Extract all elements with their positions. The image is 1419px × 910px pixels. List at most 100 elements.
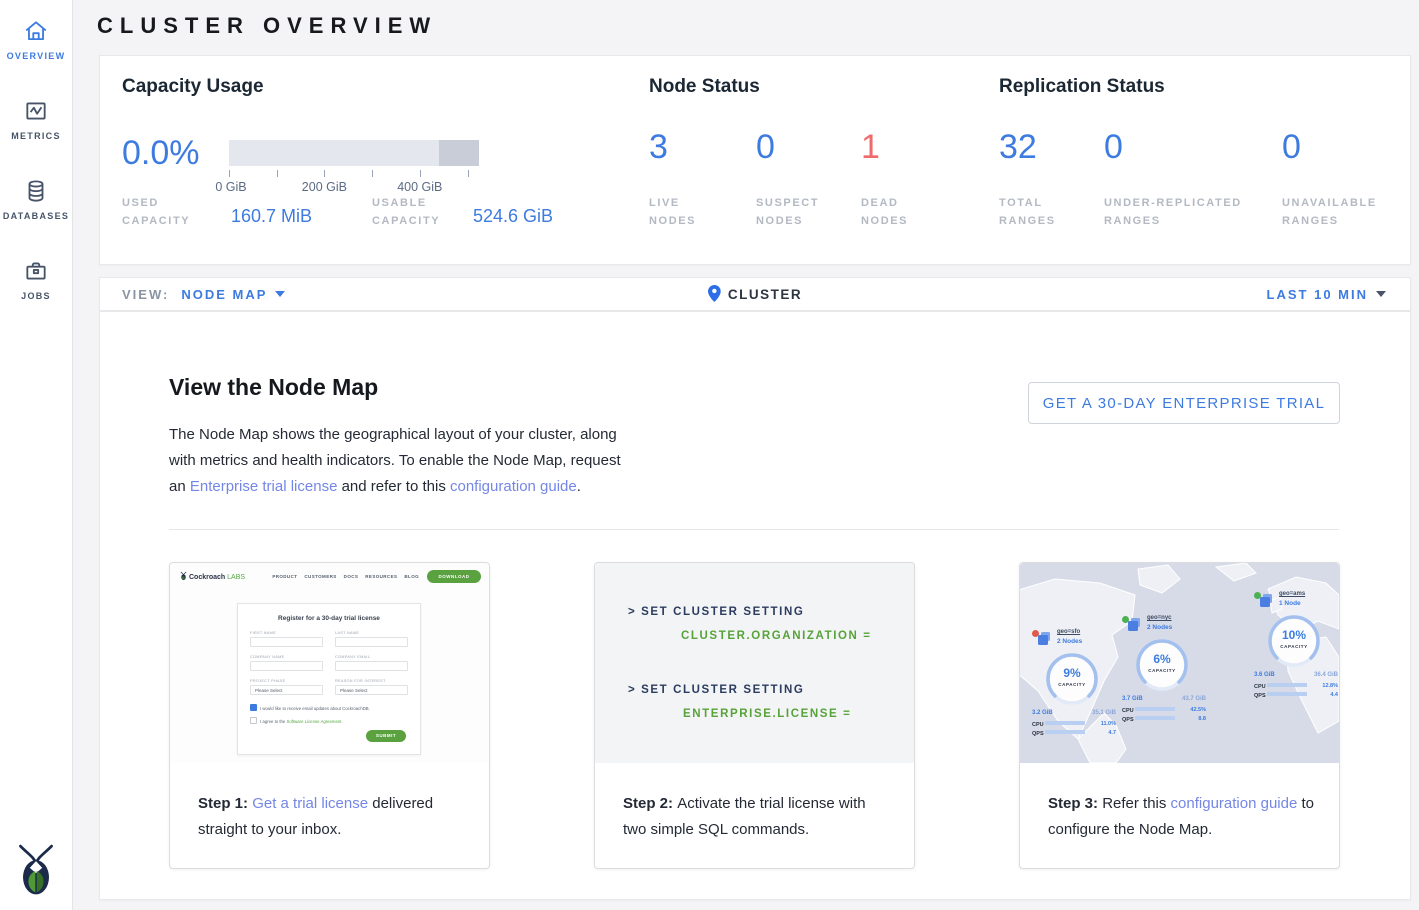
qps-bar [1135, 716, 1175, 720]
get-trial-license-link[interactable]: Get a trial license [252, 795, 368, 812]
capacity-percent: 6% [1134, 652, 1190, 666]
sql-command: SET CLUSTER SETTING [641, 606, 804, 618]
sidebar-item-metrics[interactable]: METRICS [0, 98, 72, 141]
total-ranges-label: TOTAL RANGES [999, 194, 1069, 230]
time-range-selector[interactable]: LAST 10 MIN [1267, 287, 1386, 302]
sidebar-item-databases[interactable]: DATABASES [0, 178, 72, 221]
sidebar-item-jobs[interactable]: JOBS [0, 258, 72, 301]
unavailable-label: UNAVAILABLE RANGES [1282, 194, 1402, 230]
site-submit-button: SUBMIT [366, 730, 406, 742]
axis-tick [468, 170, 469, 177]
axis-tick [420, 170, 421, 177]
chevron-down-icon [1376, 291, 1386, 297]
step1-card: Cockroach LABS PRODUCTCUSTOMERSDOCSRESOU… [169, 562, 490, 869]
cpu-bar [1267, 683, 1307, 687]
locality-node-count: 2 Nodes [1147, 624, 1172, 631]
scope-label: CLUSTER [728, 287, 802, 302]
sidebar-item-label: DATABASES [0, 211, 72, 221]
prompt-symbol: > [628, 684, 636, 696]
site-nav-item: BLOG [404, 574, 419, 579]
reason-select: Please Select [335, 685, 408, 695]
used-capacity-label: USED CAPACITY [122, 194, 217, 230]
locality-node-count: 2 Nodes [1057, 638, 1082, 645]
field-label: PROJECT PHASE [250, 679, 285, 683]
used-capacity: 3.6 GiB [1254, 672, 1275, 678]
configuration-guide-link[interactable]: configuration guide [1171, 795, 1298, 812]
axis-label: 200 GiB [302, 180, 347, 194]
cockroach-labs-logo-icon[interactable] [15, 843, 57, 902]
site-nav: PRODUCTCUSTOMERSDOCSRESOURCESBLOG [265, 574, 419, 579]
qps-label: QPS [1032, 731, 1045, 737]
node-map-panel: View the Node Map The Node Map shows the… [99, 311, 1411, 900]
cpu-bar [1135, 707, 1175, 711]
scope-breadcrumb[interactable]: CLUSTER [708, 285, 802, 302]
axis-label: 0 GiB [215, 180, 246, 194]
field-label: REASON FOR INTEREST [335, 679, 386, 683]
capacity-gauge: 9% CAPACITY [1044, 651, 1100, 707]
step2-card: > SET CLUSTER SETTING CLUSTER.ORGANIZATI… [594, 562, 915, 869]
total-ranges-value: 32 [999, 128, 1037, 167]
field-label: COMPANY NAME [250, 655, 284, 659]
license-agreement-checkbox: I agree to the Software License Agreemen… [250, 717, 343, 724]
node-stack-icon [1128, 618, 1141, 636]
cpu-label: CPU [1254, 684, 1267, 690]
form-title: Register for a 30-day trial license [238, 615, 420, 622]
axis-tick [324, 170, 325, 177]
suspect-nodes-label: SUSPECT NODES [756, 194, 836, 230]
site-nav-item: DOCS [344, 574, 359, 579]
step1-label: Step 1: [198, 795, 252, 812]
locality-name: geo=ams [1279, 591, 1305, 597]
locality-node-count: 1 Node [1279, 600, 1301, 607]
prompt-symbol: > [628, 606, 636, 618]
capacity-gauge: 10% CAPACITY [1266, 613, 1322, 669]
node-status-title: Node Status [649, 76, 760, 98]
node-map-preview: geo=sfo 2 Nodes 9% CAPACITY 3.2 GiB35.1 … [1020, 563, 1339, 763]
sidebar-item-overview[interactable]: OVERVIEW [0, 18, 72, 61]
site-nav-item: PRODUCT [272, 574, 297, 579]
qps-value: 4.4 [1330, 692, 1338, 698]
chevron-down-icon [275, 291, 285, 297]
capacity-bar-used-segment [439, 140, 479, 166]
step3-caption: Step 3: Refer this configuration guide t… [1048, 791, 1316, 843]
dead-nodes-value: 1 [861, 128, 880, 167]
cockroach-labs-mini-logo: Cockroach LABS [180, 571, 245, 581]
step1-caption: Step 1: Get a trial license delivered st… [198, 791, 466, 843]
description-text: and refer to this [337, 478, 450, 495]
live-nodes-value: 3 [649, 128, 668, 167]
company-email-field [335, 661, 408, 671]
node-map-description: The Node Map shows the geographical layo… [169, 422, 639, 500]
qps-label: QPS [1254, 693, 1267, 699]
sql-argument: CLUSTER.ORGANIZATION = [681, 630, 872, 642]
step3-label: Step 3: [1048, 795, 1102, 812]
qps-bar [1045, 730, 1085, 734]
enterprise-trial-license-link[interactable]: Enterprise trial license [190, 478, 338, 495]
sql-commands-illustration: > SET CLUSTER SETTING CLUSTER.ORGANIZATI… [595, 563, 914, 763]
unavailable-value: 0 [1282, 128, 1301, 167]
configuration-guide-link[interactable]: configuration guide [450, 478, 577, 495]
view-selector[interactable]: VIEW:NODE MAP [122, 287, 285, 302]
sql-argument: ENTERPRISE.LICENSE = [683, 708, 851, 720]
field-label: COMPANY EMAIL [335, 655, 370, 659]
sidebar-item-label: OVERVIEW [0, 51, 72, 61]
total-capacity: 35.1 GiB [1092, 710, 1116, 716]
project-phase-select: Please Select [250, 685, 323, 695]
trial-register-form: Register for a 30-day trial license FIRS… [237, 603, 421, 755]
description-text: . [577, 478, 581, 495]
cluster-summary-panel: Capacity Usage 0.0% 0 GiB 200 GiB 400 Gi… [99, 55, 1411, 265]
enterprise-trial-button[interactable]: GET A 30-DAY ENTERPRISE TRIAL [1028, 382, 1340, 424]
site-logo-suffix: LABS [227, 574, 245, 581]
node-stack-icon [1038, 632, 1051, 650]
view-value: NODE MAP [181, 287, 267, 302]
cpu-value: 11.0% [1101, 721, 1116, 727]
locality-name: geo=sfo [1057, 629, 1080, 635]
node-stack-icon [1260, 594, 1273, 612]
node-map-heading: View the Node Map [169, 374, 378, 401]
checkbox-label: I agree to the [260, 719, 287, 724]
step3-card: geo=sfo 2 Nodes 9% CAPACITY 3.2 GiB35.1 … [1019, 562, 1340, 869]
site-logo-text: Cockroach [189, 574, 225, 581]
database-icon [0, 178, 72, 204]
usable-capacity-value: 524.6 GiB [473, 206, 553, 227]
sql-command: SET CLUSTER SETTING [641, 684, 804, 696]
location-pin-icon [708, 285, 721, 302]
used-capacity-value: 160.7 MiB [231, 206, 312, 227]
